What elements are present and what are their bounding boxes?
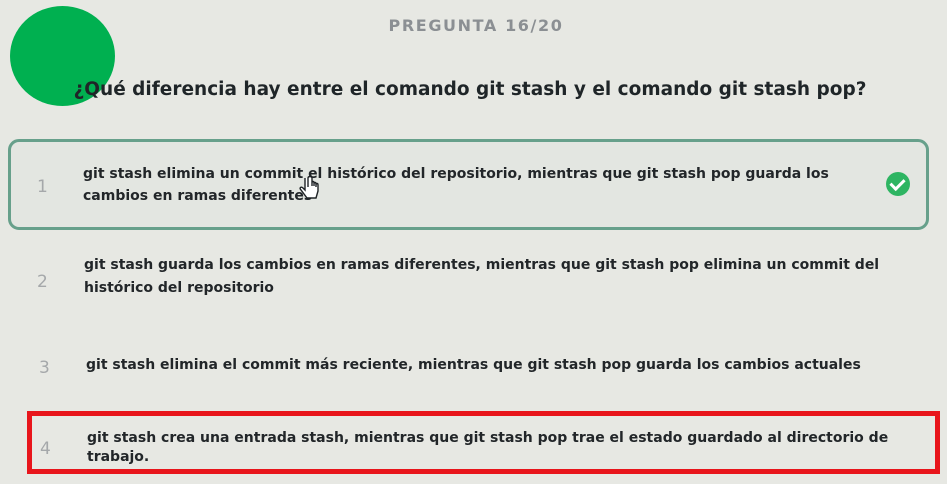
option-text-line: git stash elimina un commit el histórico… xyxy=(83,166,829,182)
option-text-line: histórico del repositorio xyxy=(84,280,274,296)
check-circle-icon xyxy=(886,172,910,196)
question-counter: PREGUNTA 16/20 xyxy=(388,16,564,35)
option-text-line: git stash elimina el commit más reciente… xyxy=(86,357,861,373)
highlight-frame xyxy=(27,411,940,474)
answer-option-2[interactable]: 2 git stash guarda los cambios en ramas … xyxy=(12,246,927,310)
option-text-line: cambios en ramas diferentes xyxy=(83,188,313,204)
answer-option-3[interactable]: 3 git stash elimina el commit más recien… xyxy=(12,340,927,390)
answer-option-1[interactable]: 1 git stash elimina un commit el históri… xyxy=(8,139,929,230)
hand-pointer-icon xyxy=(299,176,319,199)
option-text-line: git stash guarda los cambios en ramas di… xyxy=(84,257,880,273)
option-number: 2 xyxy=(37,272,48,292)
option-number: 1 xyxy=(37,177,48,197)
question-text: ¿Qué diferencia hay entre el comando git… xyxy=(73,79,867,100)
option-number: 3 xyxy=(39,358,50,378)
